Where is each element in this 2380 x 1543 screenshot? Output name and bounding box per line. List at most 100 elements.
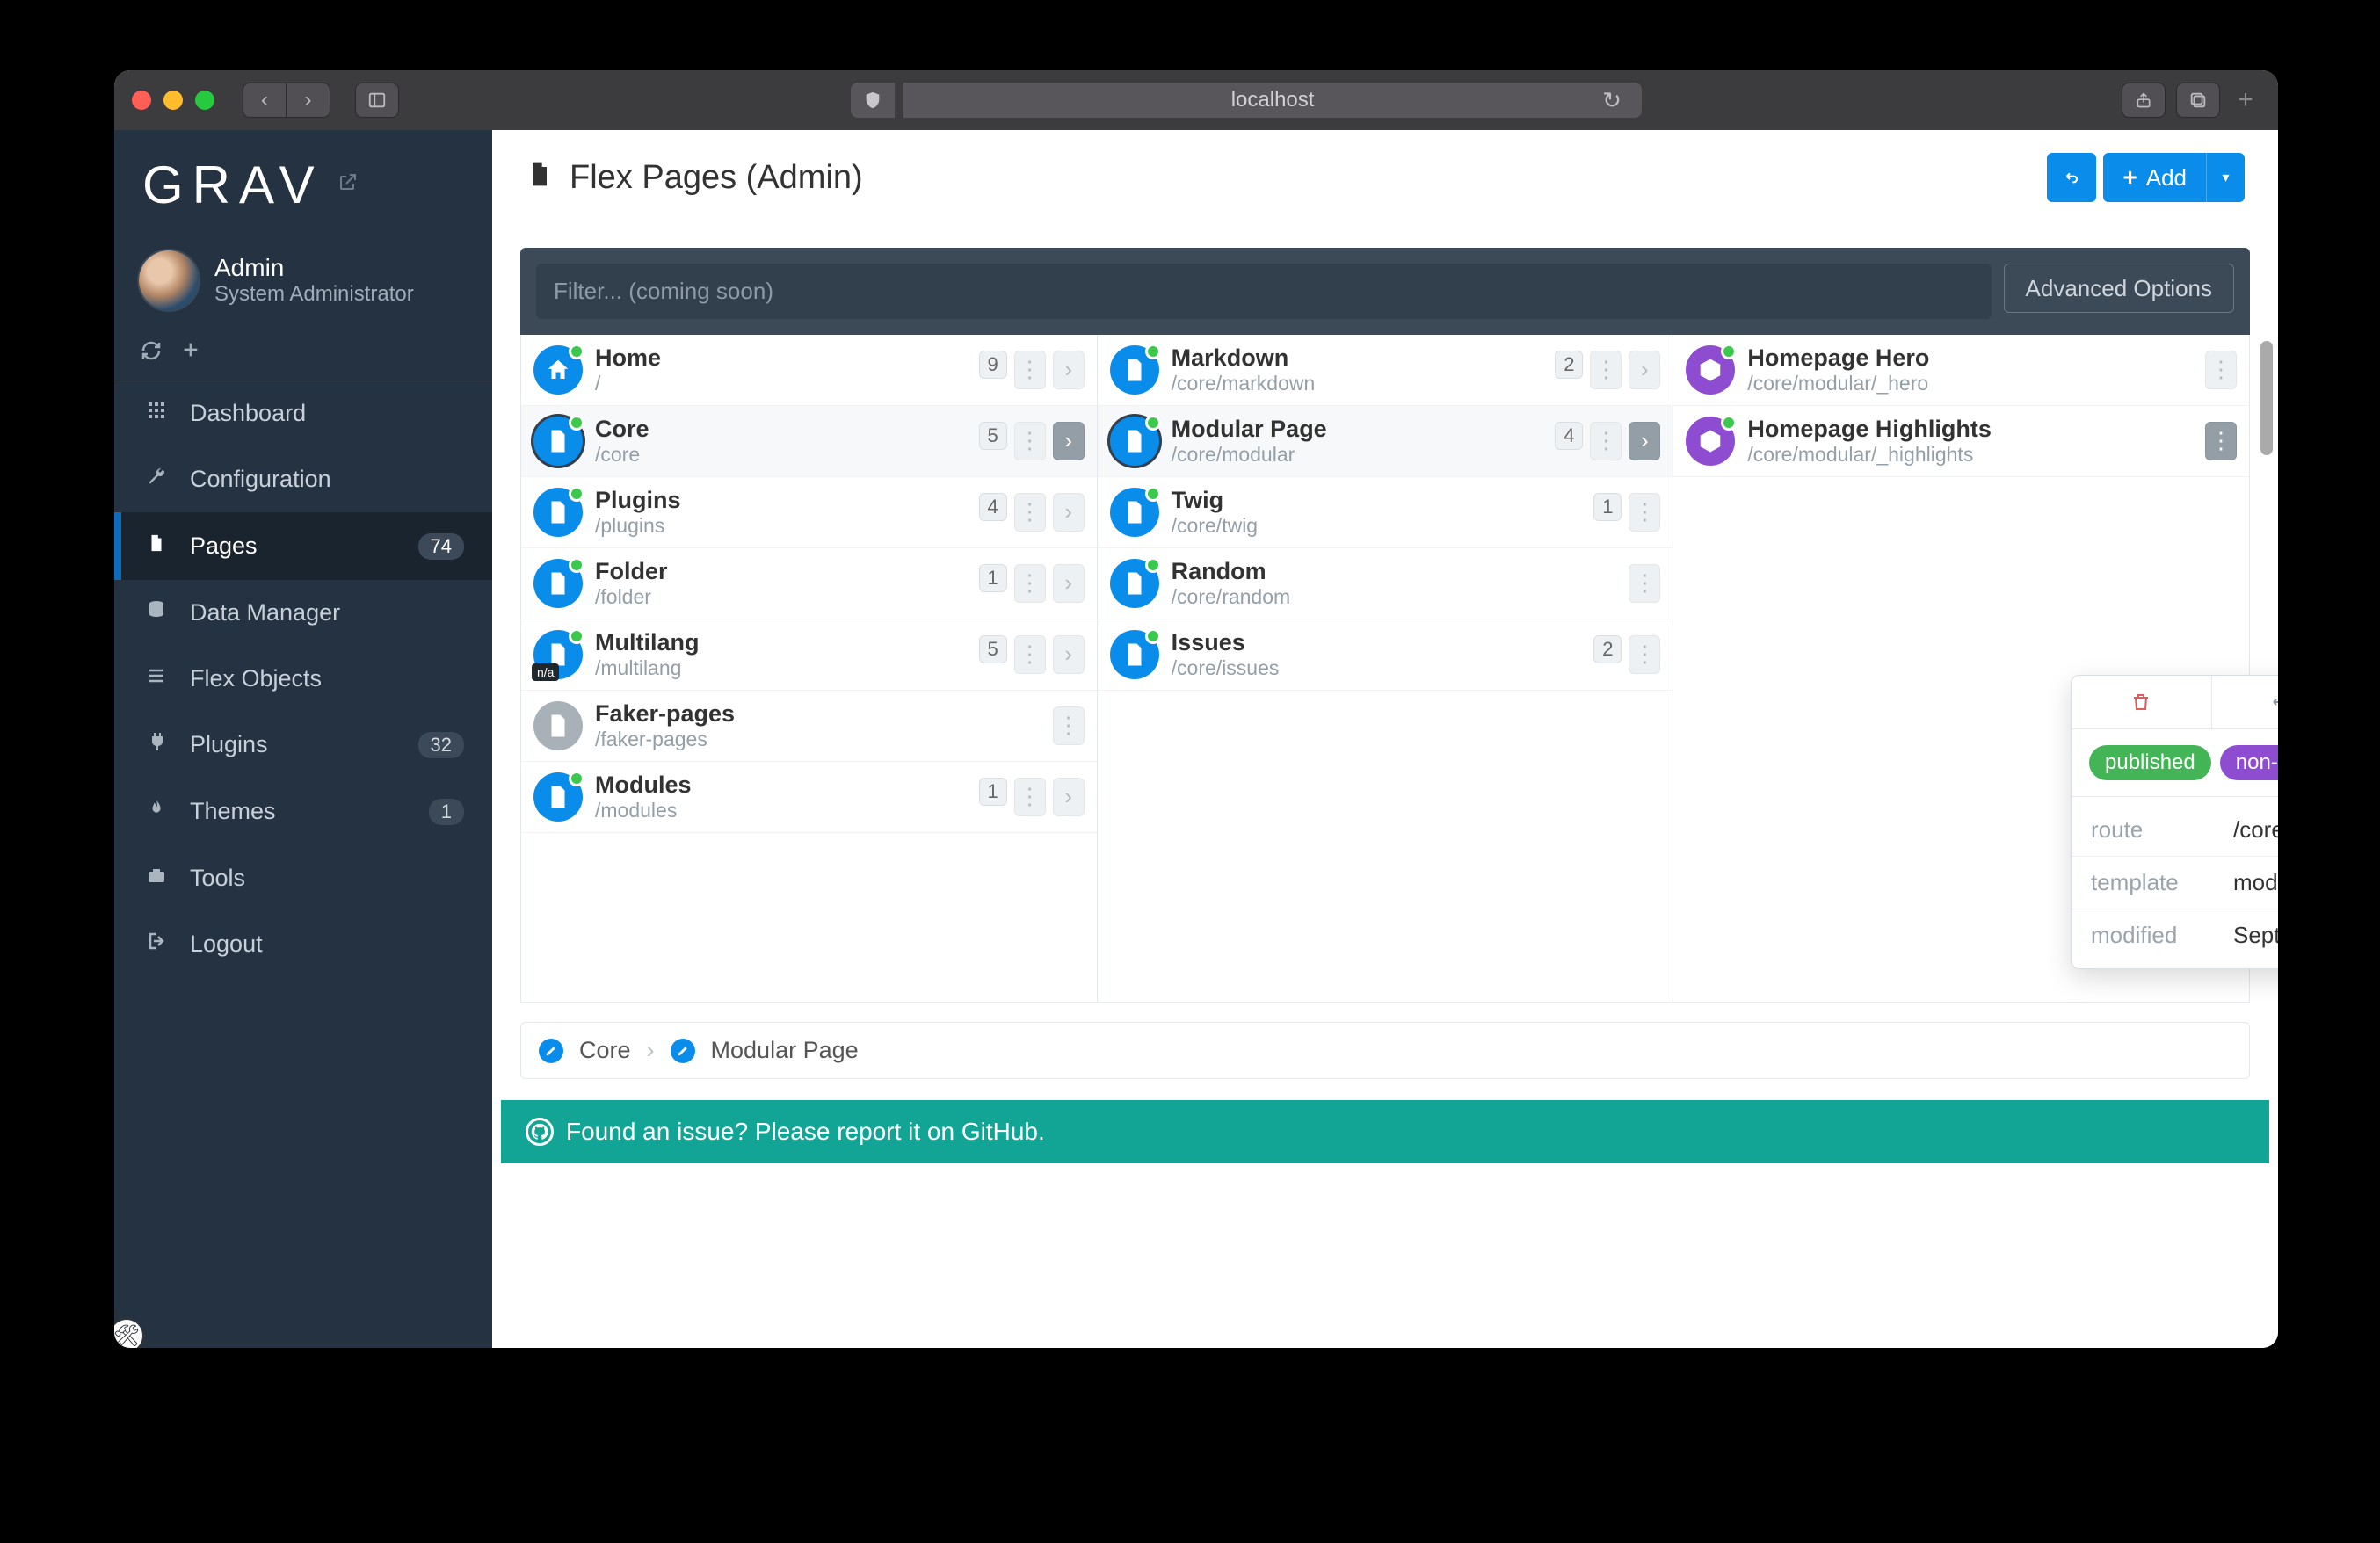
- more-icon[interactable]: ⋮: [1014, 351, 1046, 389]
- browser-forward[interactable]: ›: [287, 83, 330, 118]
- page-row-title: Core: [595, 415, 967, 443]
- expand-icon[interactable]: ›: [1053, 564, 1085, 603]
- add-caret[interactable]: ▾: [2206, 153, 2245, 202]
- page-type-icon: [533, 417, 583, 466]
- breadcrumb-icon: [539, 1039, 563, 1063]
- page-row[interactable]: Core/core5⋮›: [521, 406, 1097, 477]
- case-icon: [142, 865, 171, 892]
- close-window[interactable]: [132, 91, 151, 110]
- more-icon[interactable]: ⋮: [1014, 564, 1046, 603]
- filter-input[interactable]: [536, 264, 1992, 319]
- filter-bar: Advanced Options: [520, 248, 2250, 335]
- page-row[interactable]: Faker-pages/faker-pages ⋮: [521, 691, 1097, 762]
- sidebar-item-dashboard[interactable]: Dashboard: [114, 380, 492, 446]
- detail-key: modified: [2091, 922, 2214, 949]
- page-row-path: /: [595, 372, 967, 396]
- more-icon[interactable]: ⋮: [2205, 351, 2237, 389]
- page-row-title: Faker-pages: [595, 699, 1041, 728]
- more-icon[interactable]: ⋮: [2205, 422, 2237, 460]
- browser-back[interactable]: ‹: [243, 83, 287, 118]
- page-row[interactable]: Issues/core/issues2⋮: [1098, 619, 1673, 691]
- page-details-popover: publishednon-visiblenon-routable route/c…: [2071, 675, 2278, 969]
- minimize-window[interactable]: [163, 91, 183, 110]
- brand: GRAV: [114, 130, 492, 235]
- delete-icon[interactable]: [2072, 676, 2212, 728]
- sidebar-item-plugins[interactable]: Plugins32: [114, 712, 492, 778]
- expand-icon[interactable]: ›: [1053, 422, 1085, 460]
- share-icon[interactable]: [2122, 83, 2166, 118]
- sidebar-item-data-manager[interactable]: Data Manager: [114, 580, 492, 646]
- privacy-icon[interactable]: [851, 83, 895, 118]
- breadcrumb-item[interactable]: Core: [579, 1037, 631, 1064]
- external-link-icon[interactable]: [337, 171, 359, 199]
- sidebar-item-logout[interactable]: Logout: [114, 911, 492, 977]
- more-icon[interactable]: ⋮: [1014, 422, 1046, 460]
- sidebar-item-configuration[interactable]: Configuration: [114, 446, 492, 512]
- page-row[interactable]: Homepage Hero/core/modular/_hero⋮: [1673, 335, 2249, 406]
- more-icon[interactable]: ⋮: [1014, 635, 1046, 674]
- expand-icon[interactable]: ›: [1053, 493, 1085, 532]
- back-button[interactable]: [2047, 153, 2096, 202]
- sidebar-item-tools[interactable]: Tools: [114, 845, 492, 911]
- more-icon[interactable]: ⋮: [1014, 778, 1046, 816]
- traffic-lights: [132, 91, 214, 110]
- page-row[interactable]: n/aMultilang/multilang5⋮›: [521, 619, 1097, 691]
- page-row-title: Issues: [1172, 628, 1582, 656]
- sync-icon[interactable]: [141, 340, 162, 367]
- more-icon[interactable]: ⋮: [1629, 493, 1660, 532]
- github-notice[interactable]: Found an issue? Please report it on GitH…: [501, 1100, 2269, 1163]
- page-row[interactable]: Markdown/core/markdown2⋮›: [1098, 335, 1673, 406]
- debug-icon[interactable]: 🛠: [114, 1318, 144, 1348]
- page-row[interactable]: Modular Page/core/modular4⋮›: [1098, 406, 1673, 477]
- page-icon: [526, 158, 554, 198]
- tabs-icon[interactable]: [2176, 83, 2220, 118]
- page-row-title: Homepage Hero: [1747, 344, 2193, 372]
- page-row[interactable]: Random/core/random⋮: [1098, 548, 1673, 619]
- user-info[interactable]: Admin System Administrator: [114, 235, 492, 331]
- more-icon[interactable]: ⋮: [1629, 564, 1660, 603]
- sidebar-item-pages[interactable]: Pages74: [114, 512, 492, 580]
- user-name: Admin: [214, 254, 414, 282]
- expand-icon[interactable]: ›: [1053, 778, 1085, 816]
- detail-key: route: [2091, 816, 2214, 844]
- more-icon[interactable]: ⋮: [1014, 493, 1046, 532]
- page-row[interactable]: Homepage Highlights/core/modular/_highli…: [1673, 406, 2249, 477]
- sidebar-item-flex-objects[interactable]: Flex Objects: [114, 646, 492, 712]
- page-type-icon: [1110, 630, 1159, 679]
- new-tab-icon[interactable]: +: [2231, 85, 2260, 115]
- sidebar-toggle[interactable]: [355, 83, 399, 118]
- chevron-right-icon: ›: [647, 1037, 655, 1064]
- page-row[interactable]: Twig/core/twig1⋮: [1098, 477, 1673, 548]
- add-icon[interactable]: [181, 340, 200, 367]
- page-row[interactable]: Plugins/plugins4⋮›: [521, 477, 1097, 548]
- expand-icon[interactable]: ›: [1053, 351, 1085, 389]
- more-icon[interactable]: ⋮: [1590, 422, 1622, 460]
- scrollbar-thumb[interactable]: [2260, 341, 2273, 455]
- db-icon: [142, 599, 171, 627]
- page-row[interactable]: Home/9⋮›: [521, 335, 1097, 406]
- reload-icon[interactable]: ↻: [1602, 87, 1622, 114]
- url-bar[interactable]: localhost: [903, 83, 1642, 118]
- more-icon[interactable]: ⋮: [1590, 351, 1622, 389]
- advanced-options-button[interactable]: Advanced Options: [2004, 264, 2234, 313]
- grid-icon: [142, 400, 171, 427]
- maximize-window[interactable]: [195, 91, 214, 110]
- expand-icon[interactable]: ›: [1629, 422, 1660, 460]
- page-row-path: /core: [595, 443, 967, 467]
- page-row[interactable]: Modules/modules1⋮›: [521, 762, 1097, 833]
- page-row-path: /faker-pages: [595, 728, 1041, 752]
- page-row-title: Plugins: [595, 486, 967, 514]
- sidebar-item-label: Flex Objects: [190, 665, 322, 692]
- expand-icon[interactable]: ›: [1053, 635, 1085, 674]
- more-icon[interactable]: ⋮: [1053, 706, 1085, 745]
- child-count: 1: [1593, 493, 1622, 521]
- detail-key: template: [2091, 869, 2214, 896]
- child-count: 4: [1555, 422, 1583, 450]
- move-icon[interactable]: [2212, 676, 2278, 728]
- more-icon[interactable]: ⋮: [1629, 635, 1660, 674]
- add-button[interactable]: Add ▾: [2103, 153, 2245, 202]
- sidebar-item-themes[interactable]: Themes1: [114, 778, 492, 845]
- expand-icon[interactable]: ›: [1629, 351, 1660, 389]
- page-row[interactable]: Folder/folder1⋮›: [521, 548, 1097, 619]
- breadcrumb-item[interactable]: Modular Page: [711, 1037, 859, 1064]
